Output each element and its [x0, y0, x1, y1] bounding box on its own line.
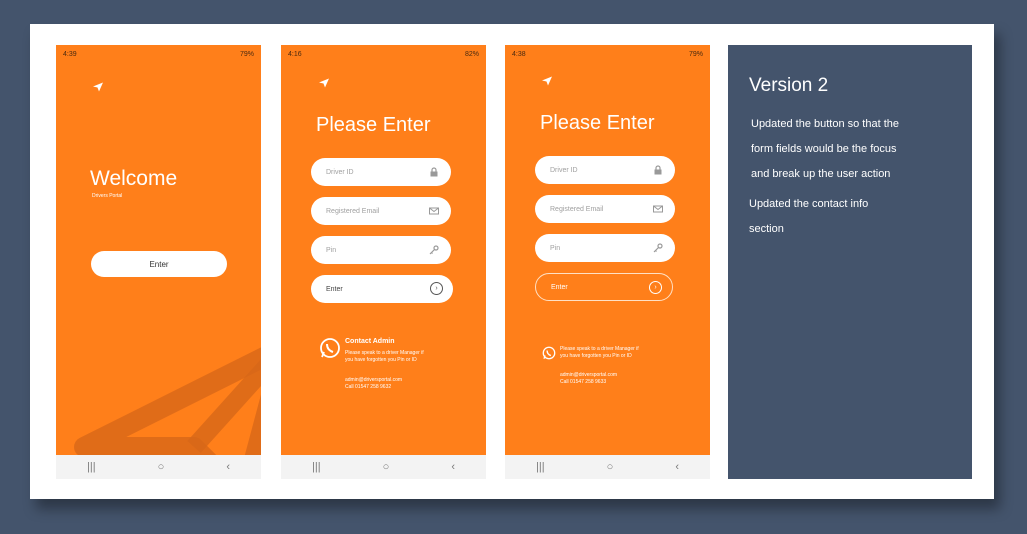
welcome-subtitle: Drivers Portal — [92, 193, 123, 199]
paper-plane-icon — [319, 78, 329, 88]
back-icon[interactable]: ‹ — [226, 461, 230, 473]
whatsapp-icon — [320, 338, 340, 358]
enter-label: Enter — [551, 283, 568, 291]
status-battery: 79% — [239, 51, 254, 58]
lock-icon — [430, 167, 438, 177]
enter-button[interactable]: Enter › — [311, 275, 453, 303]
status-time: 4:39 — [63, 51, 77, 58]
recent-apps-icon[interactable]: ||| — [312, 461, 321, 473]
status-time: 4:38 — [512, 51, 526, 58]
contact-details: admin@driversportal.com Call 01547 258 9… — [560, 372, 617, 386]
email-input[interactable]: Registered Email — [535, 195, 675, 223]
back-icon[interactable]: ‹ — [451, 461, 455, 473]
android-nav-bar: ||| ○ ‹ — [56, 455, 261, 479]
home-icon[interactable]: ○ — [383, 461, 390, 473]
contact-email[interactable]: admin@driversportal.com — [560, 372, 617, 379]
note-line: Updated the button so that the — [751, 118, 900, 130]
arrow-circle-icon: › — [430, 282, 443, 295]
contact-text-line: you have forgotten you Pin or ID — [345, 357, 417, 363]
home-icon[interactable]: ○ — [607, 461, 614, 473]
pin-input[interactable]: Pin — [311, 236, 451, 264]
paper-plane-icon — [93, 82, 103, 92]
note-line: Updated the contact info — [749, 198, 869, 210]
contact-help-text: Please speak to a driver Manager if you … — [345, 350, 424, 364]
driver-id-placeholder: Driver ID — [550, 166, 578, 174]
home-icon[interactable]: ○ — [158, 461, 165, 473]
whatsapp-icon — [542, 346, 556, 360]
login-screen-v1: 4:16 82% Please Enter Driver ID Register… — [281, 45, 486, 479]
mail-icon — [653, 205, 663, 213]
key-icon — [429, 245, 439, 255]
recent-apps-icon[interactable]: ||| — [536, 461, 545, 473]
note-line: section — [749, 223, 784, 235]
note-button-update: Updated the button so that the form fiel… — [751, 112, 899, 187]
enter-label: Enter — [326, 285, 343, 293]
contact-phone[interactable]: Call 01547 258 9632 — [345, 384, 402, 391]
note-contact-update: Updated the contact info section — [749, 192, 868, 242]
version-notes-panel: Version 2 Updated the button so that the… — [728, 45, 972, 479]
email-placeholder: Registered Email — [550, 205, 604, 213]
email-placeholder: Registered Email — [326, 207, 380, 215]
status-battery: 82% — [464, 51, 479, 58]
page-title: Please Enter — [540, 112, 655, 134]
contact-text-line: you have forgotten you Pin or ID — [560, 353, 632, 359]
contact-text-line: Please speak to a driver Manager if — [345, 350, 424, 356]
pin-placeholder: Pin — [550, 244, 561, 252]
status-bar: 4:39 79% — [63, 51, 254, 61]
android-nav-bar: ||| ○ ‹ — [505, 455, 710, 479]
contact-phone[interactable]: Call 01547 258 9633 — [560, 379, 617, 386]
driver-id-input[interactable]: Driver ID — [311, 158, 451, 186]
email-input[interactable]: Registered Email — [311, 197, 451, 225]
enter-button[interactable]: Enter › — [535, 273, 673, 301]
mail-icon — [429, 207, 439, 215]
note-line: and break up the user action — [751, 168, 891, 180]
login-screen-v2: 4:38 79% Please Enter Driver ID Register… — [505, 45, 710, 479]
recent-apps-icon[interactable]: ||| — [87, 461, 96, 473]
status-bar: 4:16 82% — [288, 51, 479, 61]
status-bar: 4:38 79% — [512, 51, 703, 61]
pin-input[interactable]: Pin — [535, 234, 675, 262]
welcome-screen: 4:39 79% Welcome Drivers Portal Enter ||… — [56, 45, 261, 479]
pin-placeholder: Pin — [326, 246, 337, 254]
arrow-circle-icon: › — [649, 281, 662, 294]
enter-button[interactable]: Enter — [91, 251, 227, 277]
status-time: 4:16 — [288, 51, 302, 58]
page-title: Please Enter — [316, 114, 431, 136]
paper-plane-icon — [542, 76, 552, 86]
lock-icon — [654, 165, 662, 175]
welcome-title: Welcome — [90, 167, 178, 190]
driver-id-placeholder: Driver ID — [326, 168, 354, 176]
driver-id-input[interactable]: Driver ID — [535, 156, 675, 184]
contact-email[interactable]: admin@driversportal.com — [345, 377, 402, 384]
status-battery: 79% — [688, 51, 703, 58]
contact-details: admin@driversportal.com Call 01547 258 9… — [345, 377, 402, 391]
contact-admin-title: Contact Admin — [345, 338, 395, 345]
back-icon[interactable]: ‹ — [675, 461, 679, 473]
note-line: form fields would be the focus — [751, 143, 897, 155]
paper-plane-watermark-icon — [74, 347, 261, 479]
contact-help-text: Please speak to a driver Manager if you … — [560, 346, 639, 360]
android-nav-bar: ||| ○ ‹ — [281, 455, 486, 479]
key-icon — [653, 243, 663, 253]
contact-text-line: Please speak to a driver Manager if — [560, 346, 639, 352]
version-title: Version 2 — [749, 75, 829, 96]
